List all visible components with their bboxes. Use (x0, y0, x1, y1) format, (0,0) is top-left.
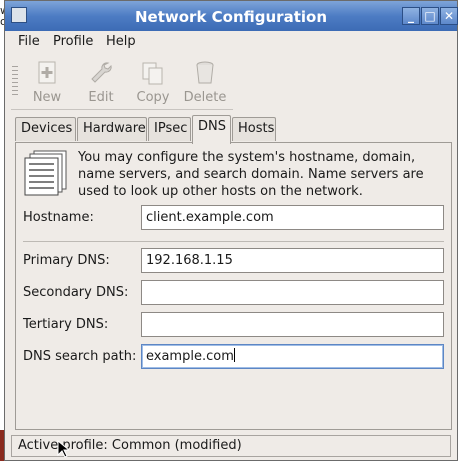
toolbar-grip[interactable] (12, 66, 18, 96)
minimize-icon: _ (408, 9, 414, 23)
new-label: New (32, 90, 62, 105)
trash-icon (196, 61, 214, 84)
tab-hardware[interactable]: Hardware (77, 117, 147, 141)
delete-button[interactable]: Delete (179, 60, 231, 105)
edit-label: Edit (88, 90, 114, 105)
menu-help[interactable]: Help (106, 34, 136, 49)
window-title: Network Configuration (135, 8, 327, 26)
menu-profile[interactable]: Profile (53, 34, 93, 49)
maximize-icon: □ (424, 9, 436, 23)
secondary-dns-label: Secondary DNS: (23, 285, 129, 300)
network-configuration-window: Network Configuration _ □ ✕ File Profile… (4, 0, 458, 461)
tab-dns[interactable]: DNS (192, 115, 231, 144)
wrench-icon (91, 62, 112, 83)
dns-search-path-input[interactable]: example.com (141, 344, 444, 369)
tertiary-dns-label: Tertiary DNS: (23, 317, 109, 332)
dns-info-text: You may configure the system's hostname,… (78, 150, 424, 199)
close-icon: ✕ (443, 9, 455, 23)
status-text: Active profile: Common (modified) (18, 438, 242, 453)
new-button[interactable]: New (21, 60, 73, 105)
tab-ipsec[interactable]: IPsec (148, 117, 191, 141)
dns-search-path-label: DNS search path: (23, 349, 137, 364)
copy-icon (142, 62, 163, 85)
new-icon (38, 61, 56, 84)
text-caret (233, 348, 235, 362)
menu-file[interactable]: File (18, 34, 40, 49)
primary-dns-label: Primary DNS: (23, 253, 110, 268)
hostname-label: Hostname: (23, 210, 94, 225)
tab-hosts[interactable]: Hosts (232, 117, 276, 141)
dns-table-icon (24, 150, 67, 196)
maximize-button[interactable]: □ (421, 7, 439, 25)
toolbar: New Edit Copy Delete (5, 54, 457, 110)
title-bar[interactable]: Network Configuration _ □ ✕ (5, 1, 458, 31)
tertiary-dns-input[interactable] (141, 312, 444, 337)
mouse-pointer-icon (57, 440, 69, 458)
menu-bar: File Profile Help (5, 31, 457, 53)
tab-devices[interactable]: Devices (15, 117, 76, 141)
close-button[interactable]: ✕ (440, 7, 458, 25)
copy-label: Copy (136, 90, 170, 105)
edit-button[interactable]: Edit (75, 60, 127, 105)
section-separator (23, 241, 444, 242)
toolbar-divider (11, 109, 233, 110)
primary-dns-input[interactable] (141, 248, 444, 273)
status-bar: Active profile: Common (modified) (11, 435, 451, 457)
dns-search-path-value: example.com (146, 349, 234, 364)
delete-label: Delete (183, 90, 227, 105)
dns-panel: You may configure the system's hostname,… (15, 142, 452, 430)
copy-button[interactable]: Copy (127, 60, 179, 105)
minimize-button[interactable]: _ (402, 7, 420, 25)
hostname-input[interactable] (141, 205, 444, 230)
secondary-dns-input[interactable] (141, 280, 444, 305)
